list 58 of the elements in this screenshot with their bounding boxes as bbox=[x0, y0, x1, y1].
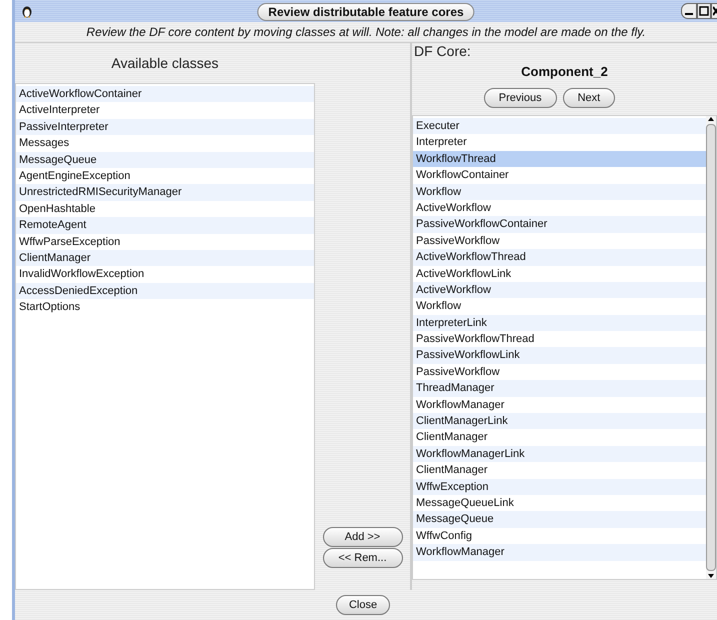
class-item[interactable]: Interpreter bbox=[413, 134, 706, 151]
nav-button[interactable]: Previous bbox=[484, 88, 557, 108]
class-item[interactable]: WffwException bbox=[413, 478, 706, 495]
class-item[interactable]: UnrestrictedRMISecurityManager bbox=[16, 184, 314, 201]
move-button[interactable]: Add >> bbox=[322, 527, 402, 547]
move-button[interactable]: << Rem... bbox=[322, 548, 402, 568]
up-arrow-icon[interactable] bbox=[707, 116, 715, 122]
maximize-button[interactable] bbox=[697, 3, 711, 19]
penguin-icon bbox=[21, 4, 33, 18]
class-item[interactable]: PassiveWorkflowLink bbox=[413, 347, 706, 364]
class-item[interactable]: ActiveInterpreter bbox=[16, 102, 314, 119]
class-item[interactable]: PassiveWorkflowThread bbox=[413, 331, 706, 348]
class-item[interactable]: OpenHashtable bbox=[16, 200, 314, 218]
class-item[interactable]: WffwConfig bbox=[413, 528, 706, 544]
class-item[interactable]: ActiveWorkflowLink bbox=[413, 266, 706, 282]
class-item[interactable]: WffwParseException bbox=[16, 234, 314, 250]
class-item[interactable]: ActiveWorkflowContainer bbox=[16, 86, 314, 102]
class-item[interactable]: PassiveInterpreter bbox=[16, 118, 314, 136]
class-item[interactable]: WorkflowManagerLink bbox=[413, 446, 706, 462]
class-item[interactable]: RemoteAgent bbox=[16, 217, 314, 234]
minimize-icon bbox=[685, 13, 693, 15]
core-label: DF Core: bbox=[413, 43, 472, 59]
class-item[interactable]: MessageQueueLink bbox=[413, 494, 706, 512]
class-item[interactable]: WorkflowThread bbox=[413, 150, 706, 168]
class-item[interactable]: PassiveWorkflowContainer bbox=[413, 216, 706, 233]
class-item[interactable]: Workflow bbox=[413, 184, 706, 200]
class-item[interactable]: InvalidWorkflowException bbox=[16, 266, 314, 283]
class-item[interactable]: ActiveWorkflow bbox=[413, 282, 706, 298]
panel-heading: Available classes bbox=[110, 54, 220, 73]
component-name: Component_2 bbox=[520, 63, 609, 81]
class-item[interactable]: InterpreterLink bbox=[413, 314, 706, 332]
class-item[interactable]: ClientManager bbox=[413, 429, 706, 446]
class-item[interactable]: WorkflowManager bbox=[413, 544, 706, 561]
nav-button[interactable]: Next bbox=[562, 88, 616, 108]
class-item[interactable]: Workflow bbox=[413, 298, 706, 315]
class-item[interactable]: ClientManager bbox=[16, 250, 314, 266]
class-item[interactable]: AgentEngineException bbox=[16, 168, 314, 184]
close-button[interactable]: Close bbox=[336, 595, 390, 615]
instruction-text: Review the DF core content by moving classes at will. Note: all changes in the model are made on the fly. bbox=[85, 24, 647, 41]
class-item[interactable]: Messages bbox=[16, 135, 314, 152]
class-item[interactable]: PassiveWorkflow bbox=[413, 232, 706, 250]
class-item[interactable]: PassiveWorkflow bbox=[413, 364, 706, 380]
class-item[interactable]: WorkflowManager bbox=[413, 396, 706, 414]
class-item[interactable]: Executer bbox=[413, 118, 706, 134]
class-item[interactable]: StartOptions bbox=[16, 299, 314, 316]
class-item[interactable]: ThreadManager bbox=[413, 380, 706, 397]
class-item[interactable]: ActiveWorkflowThread bbox=[413, 249, 706, 266]
class-item[interactable]: ActiveWorkflow bbox=[413, 200, 706, 216]
class-item[interactable]: ClientManager bbox=[413, 462, 706, 479]
window-title: Review distributable feature cores bbox=[257, 3, 475, 21]
class-item[interactable]: MessageQueue bbox=[413, 511, 706, 528]
class-item[interactable]: WorkflowContainer bbox=[413, 167, 706, 184]
class-item[interactable]: MessageQueue bbox=[16, 152, 314, 168]
maximize-icon bbox=[699, 6, 709, 16]
down-arrow-icon[interactable] bbox=[707, 573, 715, 579]
minimize-button[interactable] bbox=[681, 3, 697, 19]
class-item[interactable]: ClientManagerLink bbox=[413, 413, 706, 430]
class-item[interactable]: AccessDeniedException bbox=[16, 282, 314, 300]
